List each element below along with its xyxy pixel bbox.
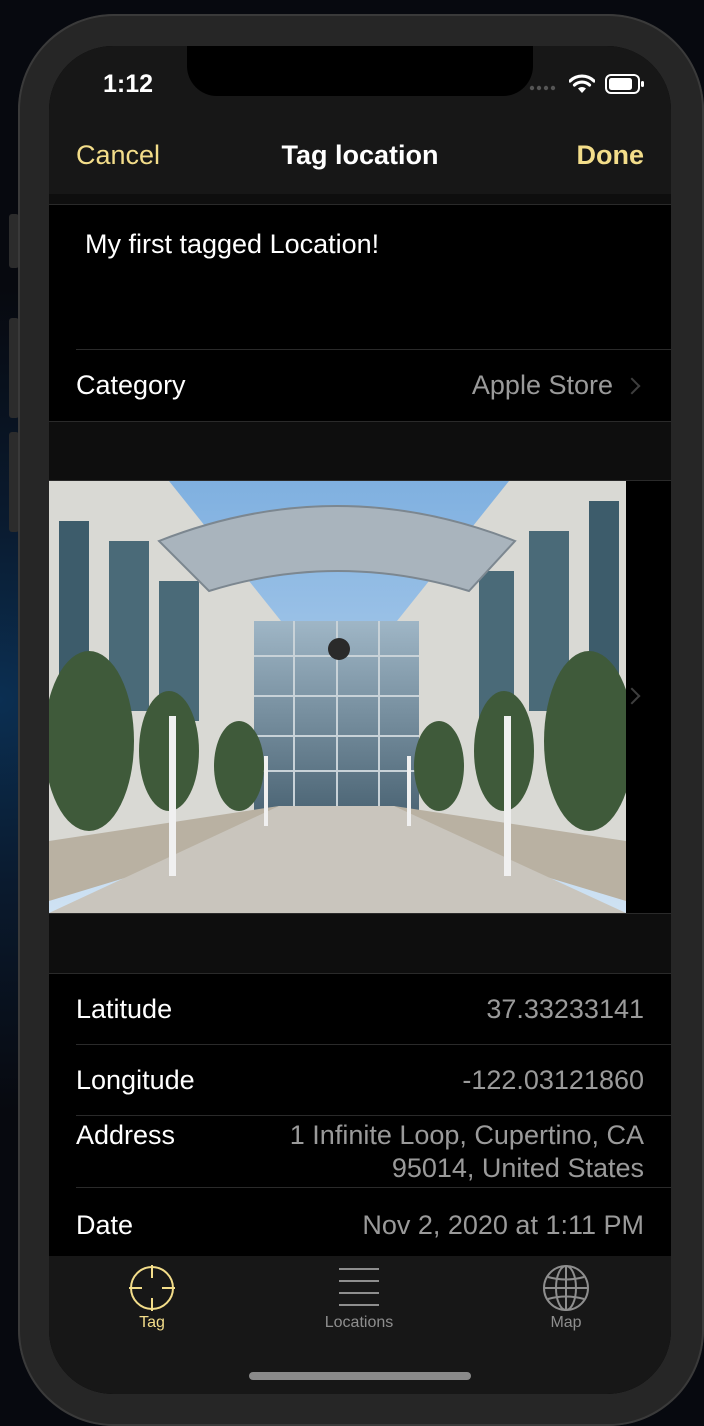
battery-icon [605,74,645,99]
longitude-value: -122.03121860 [462,1065,644,1095]
category-value: Apple Store [471,370,613,400]
description-textview[interactable]: My first tagged Location! [49,205,671,349]
status-icons [529,74,645,99]
tab-locations-label: Locations [324,1314,394,1331]
chevron-right-icon [623,377,641,395]
chevron-right-icon [623,687,641,705]
section-gap [49,194,671,204]
signal-icon [529,78,559,96]
address-line-2: 95014, United States [391,1153,644,1183]
tab-tag[interactable]: Tag [72,1264,232,1332]
status-time: 1:12 [103,70,154,98]
status-bar: 1:12 [49,46,671,136]
tab-map-label: Map [550,1314,582,1331]
section-gap [49,422,671,480]
category-label: Category [76,370,186,400]
phone-screen: 1:12 Tag location Cancel Done My first t… [49,46,671,1394]
tag-location-form: My first tagged Location! Category Apple… [49,194,671,1256]
globe-icon [486,1264,646,1312]
longitude-row: Longitude -122.03121860 [49,1045,671,1115]
date-row: Date Nov 2, 2020 at 1:11 PM [49,1188,671,1256]
tab-tag-label: Tag [139,1314,165,1331]
address-row: Address 1 Infinite Loop, Cupertino, CA 9… [49,1116,671,1187]
description-text: My first tagged Location! [85,229,380,259]
cancel-button[interactable]: Cancel [76,140,160,171]
section-gap [49,914,671,973]
latitude-label: Latitude [76,994,173,1024]
list-icon [279,1264,439,1312]
navigation-bar: Tag location Cancel Done [49,136,671,194]
longitude-label: Longitude [76,1065,195,1095]
home-indicator[interactable] [249,1372,471,1380]
crosshair-icon [72,1264,232,1312]
tab-locations[interactable]: Locations [279,1264,439,1332]
date-value: Nov 2, 2020 at 1:11 PM [362,1210,644,1240]
wifi-icon [568,74,596,99]
date-label: Date [76,1210,134,1240]
address-label: Address [76,1120,176,1150]
latitude-row: Latitude 37.33233141 [49,974,671,1044]
notch [187,46,533,96]
tab-map[interactable]: Map [486,1264,646,1332]
done-button[interactable]: Done [577,140,645,171]
category-row[interactable]: Category Apple Store [49,350,671,421]
address-line-1: 1 Infinite Loop, Cupertino, CA [289,1120,644,1150]
latitude-value: 37.33233141 [486,994,644,1024]
location-photo [49,481,626,913]
